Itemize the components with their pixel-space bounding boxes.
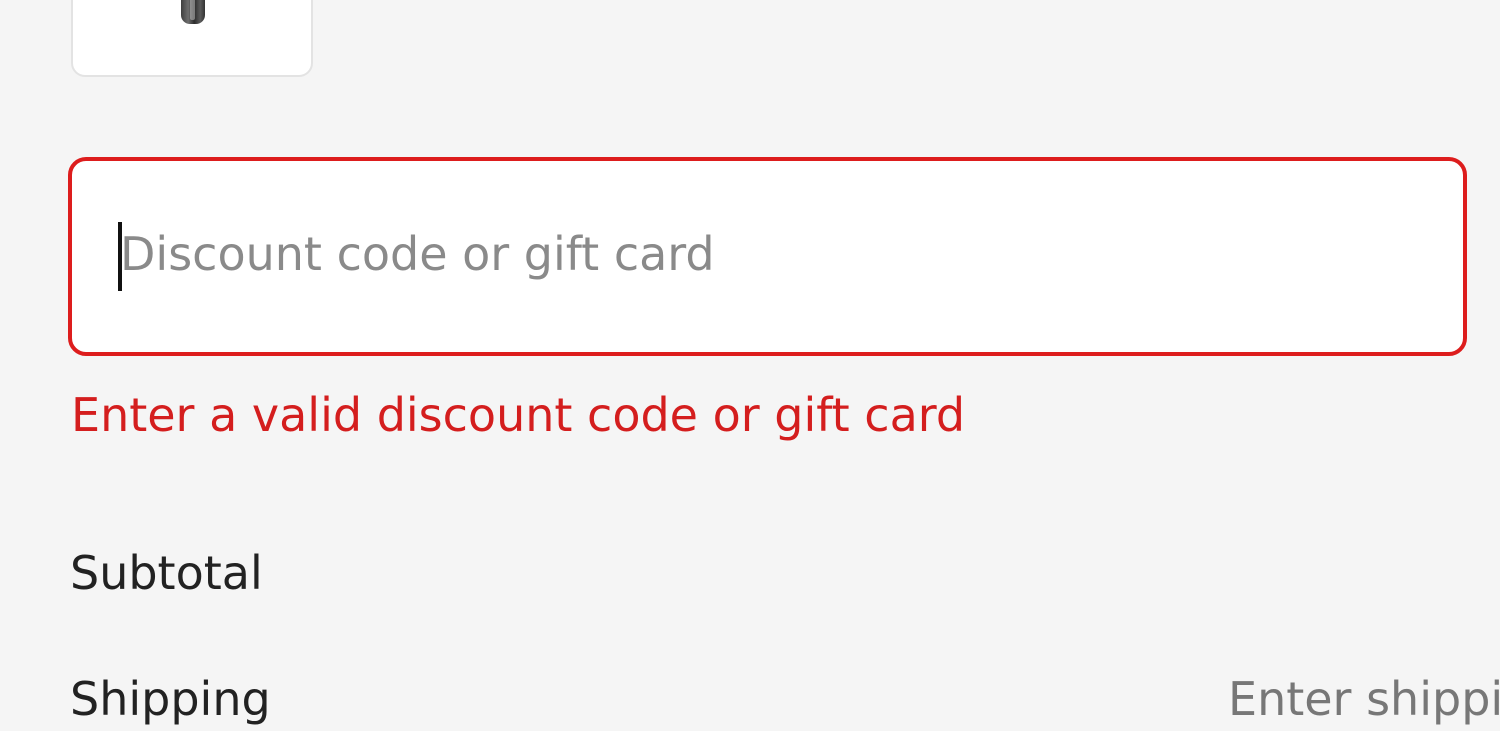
discount-field[interactable]: [68, 157, 1467, 356]
subtotal-label: Subtotal: [70, 546, 263, 600]
text-caret: [118, 222, 122, 291]
discount-code-input[interactable]: [116, 219, 1420, 289]
product-thumbnail: [71, 0, 313, 77]
discount-error-message: Enter a valid discount code or gift card: [71, 388, 966, 442]
shipping-label: Shipping: [70, 672, 271, 726]
product-image: [181, 0, 205, 24]
shipping-value: Enter shippi: [1228, 672, 1500, 726]
